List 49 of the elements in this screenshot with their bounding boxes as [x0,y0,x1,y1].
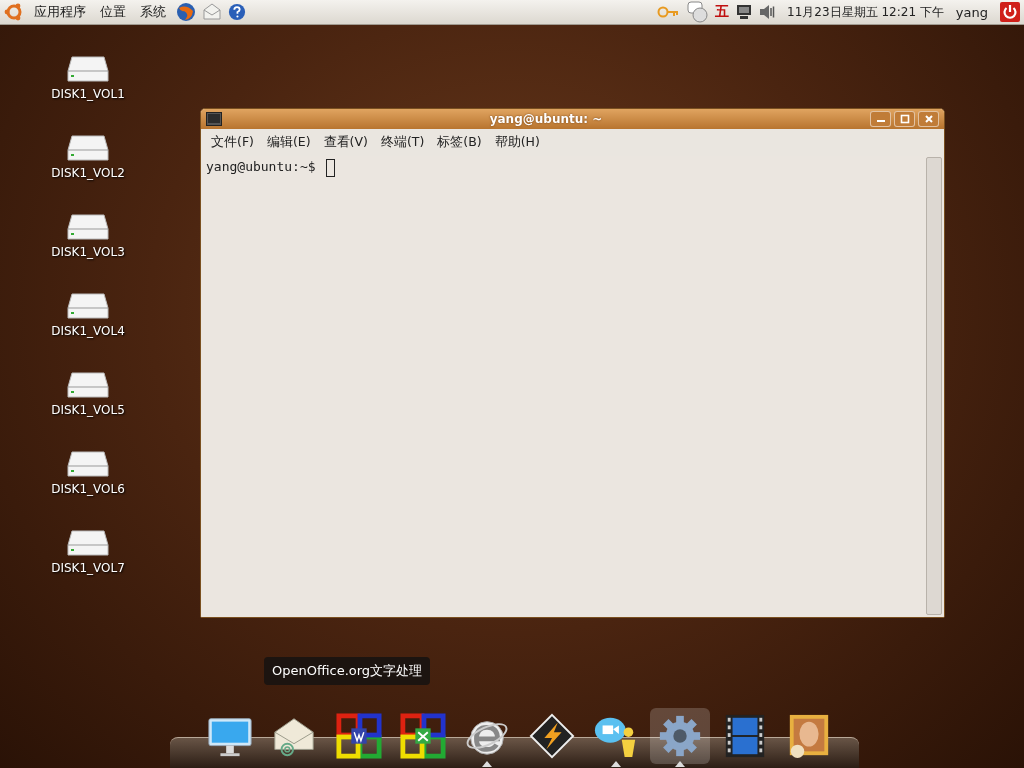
user-name[interactable]: yang [955,4,988,20]
menu-item[interactable]: 标签(B) [437,134,482,151]
panel-menu[interactable]: 位置 [96,3,130,21]
clock[interactable]: 11月23日星期五 12:21 下午 [787,3,944,21]
close-button[interactable] [918,111,939,127]
drive-icon[interactable] [66,290,110,322]
drive-icon[interactable] [66,369,110,401]
ubuntu-logo-icon[interactable] [4,2,24,22]
speech-bubble-icon[interactable] [687,1,710,23]
maximize-button[interactable] [894,111,915,127]
drive-icon[interactable] [66,211,110,243]
shell-prompt: yang@ubuntu:~$ [206,159,316,174]
lightning-diamond-icon [528,713,575,759]
drive-label: DISK1_VOL7 [51,561,125,575]
drive-label: DISK1_VOL4 [51,324,125,338]
menu-item[interactable]: 帮助(H) [494,134,540,151]
menu-item[interactable]: 文件(F) [211,134,254,151]
drive-icon[interactable] [66,132,110,164]
power-icon[interactable] [1000,2,1020,22]
globe-fox-icon[interactable] [176,2,196,22]
drive-label: DISK1_VOL3 [51,245,125,259]
panel-menu[interactable]: 系统 [136,3,170,21]
running-indicator-icon [482,761,493,767]
drive-icon[interactable] [66,448,110,480]
drive-icon[interactable] [66,53,110,85]
menu-item[interactable]: 查看(V) [323,134,368,151]
running-indicator-icon [675,761,686,767]
minimize-button[interactable] [870,111,891,127]
window-title: yang@ubuntu: ~ [488,112,604,126]
help-icon[interactable] [228,3,246,21]
text-cursor [325,159,335,177]
menu-item[interactable]: 编辑(E) [266,134,311,151]
maximize-icon [899,114,910,124]
tooltip: OpenOffice.org文字处理 [264,657,431,685]
panel-menu[interactable]: 应用程序 [30,3,90,21]
running-indicator-icon [610,761,621,767]
close-icon [923,114,934,124]
input-method-indicator[interactable]: 五 [715,3,730,21]
office-squares-w-icon [335,713,382,759]
terminal-icon [206,112,222,126]
drive-label: DISK1_VOL2 [51,166,125,180]
office-squares-x-icon [400,713,446,759]
drive-label: DISK1_VOL5 [51,403,125,417]
scrollbar[interactable] [926,157,942,615]
drive-icon[interactable] [66,527,110,559]
drive-label: DISK1_VOL1 [51,87,125,101]
drive-label: DISK1_VOL6 [51,482,125,496]
network-icon[interactable] [735,3,754,21]
menu-item[interactable]: 终端(T) [380,134,425,151]
